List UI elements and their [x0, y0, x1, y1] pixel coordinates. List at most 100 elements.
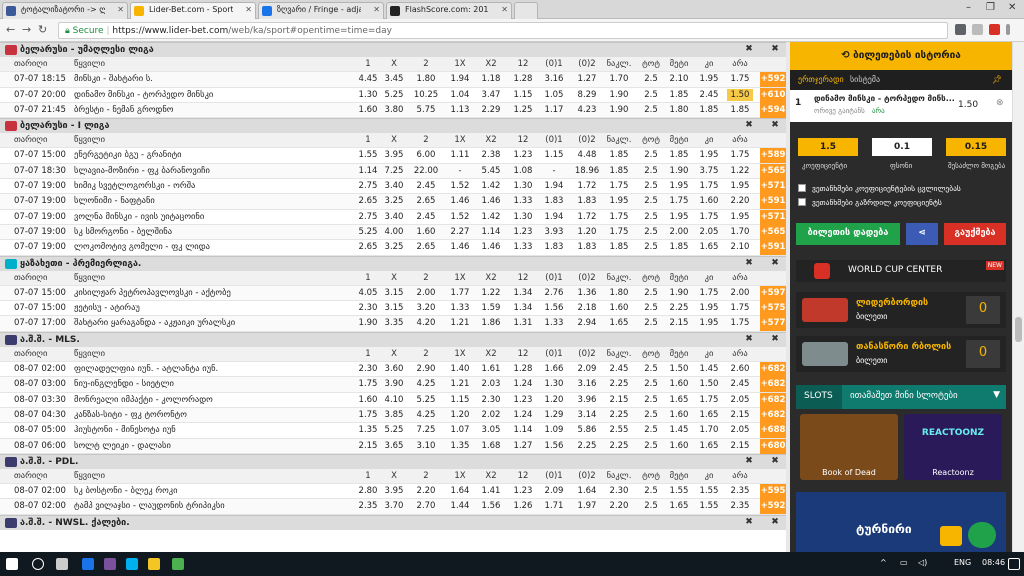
- odd-button[interactable]: 1.80: [666, 104, 692, 116]
- odd-button[interactable]: 1.20: [541, 394, 567, 406]
- odd-button[interactable]: 2.38: [478, 149, 504, 161]
- odd-button[interactable]: 2.35: [727, 485, 753, 497]
- odd-button[interactable]: 1.33: [541, 317, 567, 329]
- odd-button[interactable]: 1.30: [510, 211, 536, 223]
- chat-icon[interactable]: [940, 526, 962, 546]
- match-name[interactable]: ჟეტისუ - ატირაუ: [74, 303, 140, 313]
- odd-button[interactable]: 2.20: [727, 195, 753, 207]
- odd-button[interactable]: 1.33: [510, 195, 536, 207]
- odd-button[interactable]: 4.20: [413, 317, 439, 329]
- odd-button[interactable]: 2.09: [574, 363, 600, 375]
- star-icon[interactable]: [972, 24, 983, 35]
- odd-button[interactable]: 1.28: [510, 73, 536, 85]
- odd-button[interactable]: 5.25: [381, 424, 407, 436]
- odd-button[interactable]: 4.48: [574, 149, 600, 161]
- match-name[interactable]: ტამპ ვილაჯსი - ლაუდონის ტრიპიკსი: [74, 501, 225, 511]
- odd-button[interactable]: 2.15: [727, 409, 753, 421]
- odd-button[interactable]: 2.5: [638, 424, 664, 436]
- odd-button[interactable]: 1.65: [666, 500, 692, 512]
- odd-button[interactable]: 1.08: [510, 165, 536, 177]
- odd-button[interactable]: 2.25: [606, 378, 632, 390]
- odd-button[interactable]: 1.23: [510, 485, 536, 497]
- more-markets-button[interactable]: +595: [760, 484, 786, 500]
- odd-button[interactable]: 2.45: [413, 180, 439, 192]
- translate-icon[interactable]: [955, 24, 966, 35]
- odd-button[interactable]: 1.45: [696, 363, 722, 375]
- odd-button[interactable]: 1.56: [478, 500, 504, 512]
- odd-button[interactable]: 1.36: [574, 287, 600, 299]
- odd-button[interactable]: 1.85: [666, 241, 692, 253]
- odd-button[interactable]: 6.00: [413, 149, 439, 161]
- odd-button[interactable]: 1.95: [606, 195, 632, 207]
- odd-button[interactable]: 1.44: [447, 500, 473, 512]
- odd-button[interactable]: 1.59: [478, 302, 504, 314]
- odd-button[interactable]: 1.15: [510, 89, 536, 101]
- odd-button[interactable]: 1.64: [447, 485, 473, 497]
- odd-button[interactable]: 2.65: [413, 241, 439, 253]
- more-markets-button[interactable]: +688: [760, 423, 786, 439]
- shield-icon[interactable]: [968, 522, 996, 548]
- odd-button[interactable]: 1.33: [510, 241, 536, 253]
- odd-button[interactable]: 1.30: [510, 180, 536, 192]
- tab-totalizator[interactable]: ტოტალიზატორი -> ლაი… ✕: [2, 2, 128, 19]
- odd-button[interactable]: 1.75: [727, 317, 753, 329]
- odd-button[interactable]: 1.34: [510, 302, 536, 314]
- odd-button[interactable]: 3.20: [413, 302, 439, 314]
- match-name[interactable]: ლოკომოტივ გომელი - ფკ ლიდა: [74, 242, 210, 252]
- odd-button[interactable]: 2.5: [638, 226, 664, 238]
- odd-button[interactable]: 1.75: [696, 394, 722, 406]
- odd-button[interactable]: 1.86: [478, 317, 504, 329]
- odd-button[interactable]: 1.11: [447, 149, 473, 161]
- odd-button[interactable]: 2.27: [447, 226, 473, 238]
- odd-button[interactable]: 1.09: [541, 424, 567, 436]
- odd-button[interactable]: 3.85: [381, 409, 407, 421]
- forward-icon[interactable]: →: [22, 23, 31, 36]
- odd-button[interactable]: 1.75: [696, 180, 722, 192]
- odd-button[interactable]: 2.5: [638, 409, 664, 421]
- odd-button[interactable]: 2.03: [478, 378, 504, 390]
- odd-button[interactable]: 2.15: [666, 317, 692, 329]
- odd-button[interactable]: 1.21: [447, 378, 473, 390]
- odd-button[interactable]: 1.56: [541, 440, 567, 452]
- odd-button[interactable]: 1.75: [355, 378, 381, 390]
- odd-button[interactable]: 8.29: [574, 89, 600, 101]
- odd-button[interactable]: 1.60: [666, 409, 692, 421]
- odd-button[interactable]: 1.75: [355, 409, 381, 421]
- odd-button[interactable]: 1.94: [447, 73, 473, 85]
- odd-button[interactable]: 1.14: [510, 424, 536, 436]
- odd-button[interactable]: 1.17: [541, 104, 567, 116]
- match-name[interactable]: ფილადელფია იუნ. - ატლანტა იუნ.: [74, 364, 218, 374]
- skype-icon[interactable]: [126, 558, 138, 570]
- odd-button[interactable]: 1.29: [541, 409, 567, 421]
- odd-button[interactable]: 1.46: [447, 195, 473, 207]
- odd-button[interactable]: 1.60: [355, 104, 381, 116]
- network-icon[interactable]: ▭: [900, 558, 908, 567]
- viber-icon[interactable]: [104, 558, 116, 570]
- league-header[interactable]: ყაზახეთი - პრემიერლიგა. ✖ ✖: [0, 255, 786, 271]
- language-indicator[interactable]: ENG: [954, 558, 971, 567]
- odd-button[interactable]: 1.34: [510, 287, 536, 299]
- odd-button[interactable]: 1.46: [478, 241, 504, 253]
- match-name[interactable]: ნიუ-ინგლენდი - სიეტლი: [74, 379, 174, 389]
- more-markets-button[interactable]: +592: [760, 72, 786, 88]
- odd-button[interactable]: 2.25: [606, 409, 632, 421]
- odd-button[interactable]: 2.5: [638, 73, 664, 85]
- tab-liderbet[interactable]: Lider-Bet.com - Sports an… ✕: [130, 2, 256, 19]
- odd-button[interactable]: 1.24: [510, 409, 536, 421]
- odd-button[interactable]: 1.50: [666, 363, 692, 375]
- close-icon[interactable]: ✕: [117, 5, 124, 14]
- odd-button[interactable]: 1.72: [574, 180, 600, 192]
- odd-button[interactable]: 1.64: [574, 485, 600, 497]
- odd-button[interactable]: 2.35: [355, 500, 381, 512]
- odd-button[interactable]: 1.13: [447, 104, 473, 116]
- more-markets-button[interactable]: +680: [760, 438, 786, 454]
- odd-button[interactable]: 7.25: [413, 424, 439, 436]
- odd-button[interactable]: 1.42: [478, 211, 504, 223]
- odd-button[interactable]: 1.52: [447, 180, 473, 192]
- odd-button[interactable]: 7.25: [381, 165, 407, 177]
- more-markets-button[interactable]: +610: [760, 87, 786, 103]
- odd-button[interactable]: 1.94: [541, 211, 567, 223]
- odd-button[interactable]: 3.16: [574, 378, 600, 390]
- odd-button[interactable]: 1.56: [541, 302, 567, 314]
- odd-button[interactable]: 1.90: [666, 287, 692, 299]
